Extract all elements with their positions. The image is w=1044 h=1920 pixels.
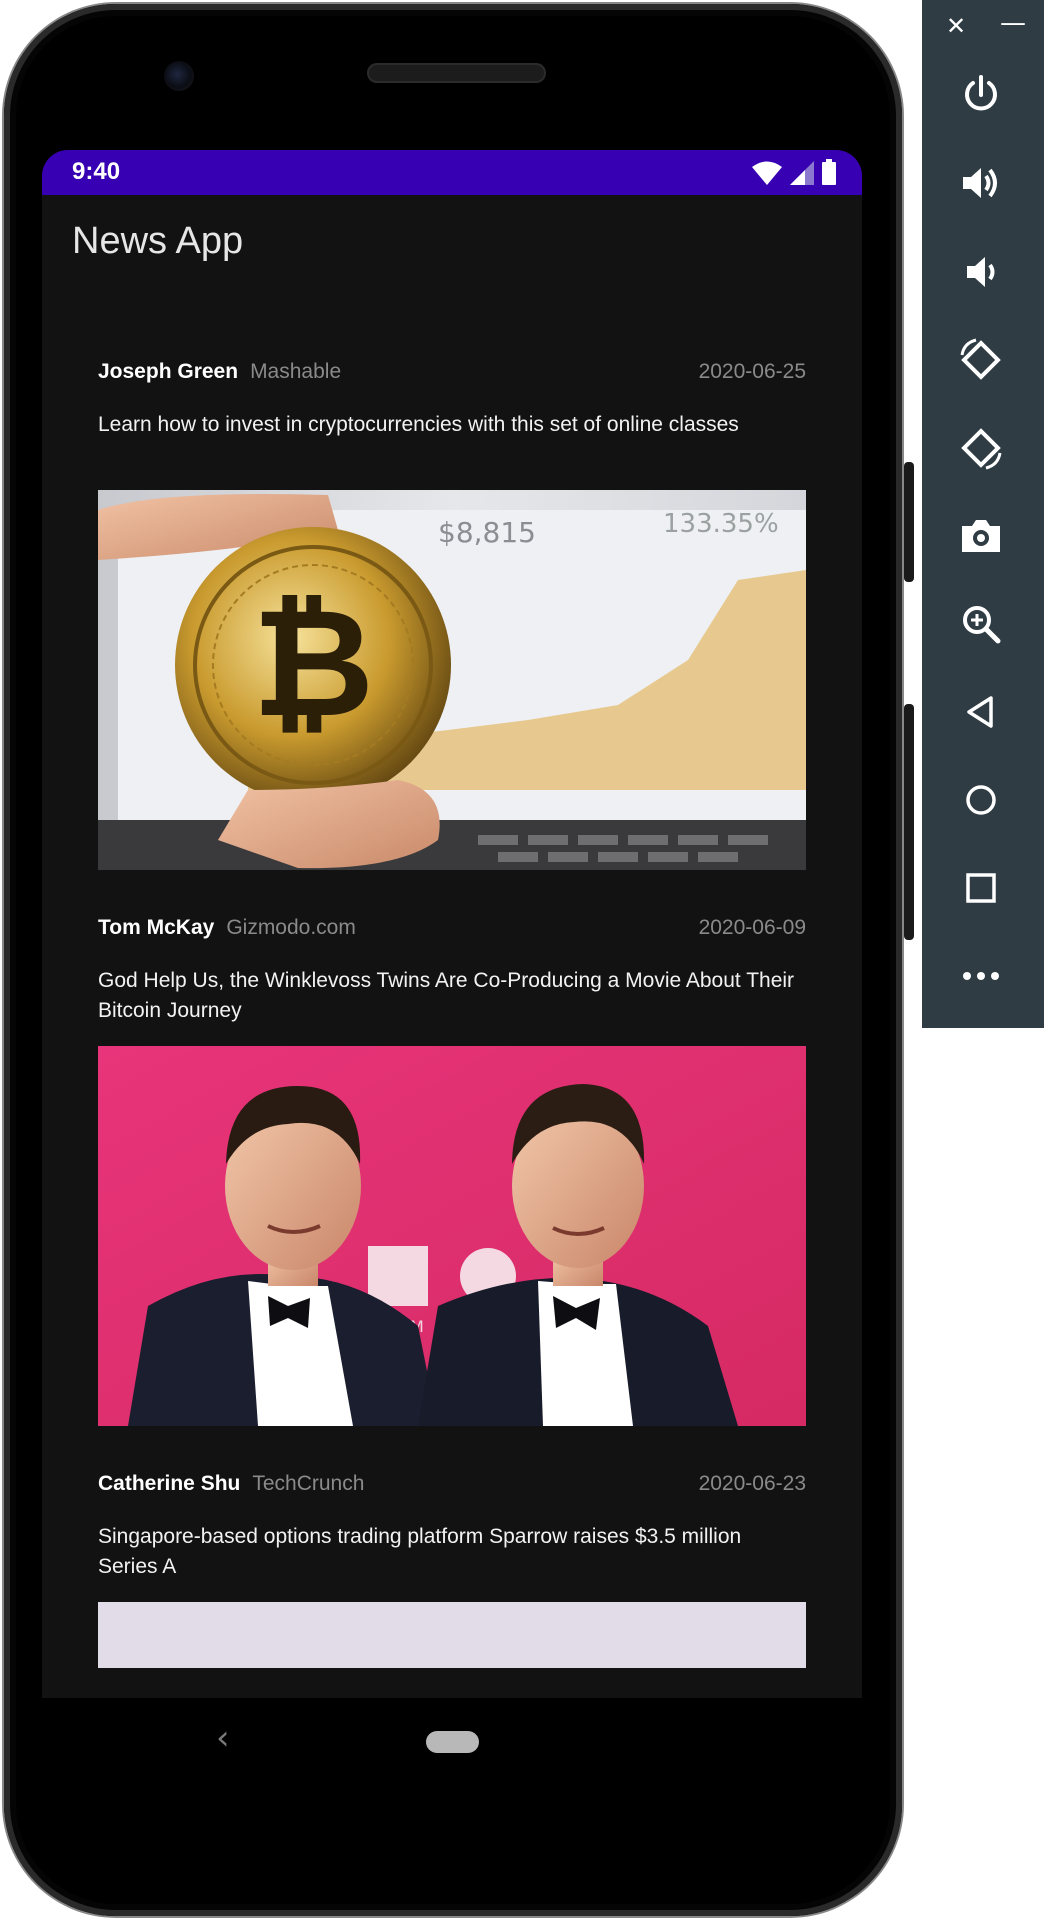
bitcoin-symbol: ₿ bbox=[252, 577, 374, 751]
article-date: 2020-06-23 bbox=[698, 1472, 806, 1495]
rotate-right-button[interactable] bbox=[953, 420, 1009, 476]
volume-up-button[interactable] bbox=[953, 155, 1009, 211]
emulator-close-button[interactable]: ✕ bbox=[946, 12, 966, 40]
earpiece-speaker bbox=[367, 63, 546, 83]
article-card[interactable]: Joseph Green Mashable 2020-06-25 Learn ho… bbox=[98, 360, 806, 440]
back-triangle-icon bbox=[967, 696, 993, 728]
article-image-twins[interactable]: THE M bbox=[98, 1046, 806, 1426]
home-button[interactable] bbox=[953, 772, 1009, 828]
rotate-left-button[interactable] bbox=[953, 332, 1009, 388]
power-button[interactable] bbox=[953, 66, 1009, 122]
article-headline[interactable]: Singapore-based options trading platform… bbox=[98, 1522, 806, 1582]
camera-icon bbox=[962, 520, 1000, 552]
article-image-sparrow[interactable] bbox=[98, 1602, 806, 1668]
emulator-title-bar: ✕ — bbox=[922, 0, 1044, 56]
phone-volume-key bbox=[904, 704, 914, 940]
article-card[interactable]: Tom McKay Gizmodo.com 2020-06-09 God Help… bbox=[98, 916, 806, 1026]
rotate-right-icon bbox=[961, 428, 1002, 470]
wifi-icon bbox=[752, 161, 782, 185]
article-meta: Catherine Shu TechCrunch 2020-06-23 bbox=[98, 1472, 806, 1502]
article-meta: Tom McKay Gizmodo.com 2020-06-09 bbox=[98, 916, 806, 946]
chart-price-text: $8,815 bbox=[438, 516, 536, 549]
overview-square-icon bbox=[966, 873, 996, 903]
emulator-toolbar: ✕ — bbox=[922, 0, 1044, 1028]
article-author: Tom McKay bbox=[98, 916, 215, 939]
twins-photo: THE M bbox=[98, 1046, 806, 1426]
volume-down-icon bbox=[967, 257, 995, 287]
article-image-bitcoin[interactable]: $8,815 133.35% ₿ bbox=[98, 490, 806, 870]
article-meta: Joseph Green Mashable 2020-06-25 bbox=[98, 360, 806, 390]
article-headline[interactable]: Learn how to invest in cryptocurrencies … bbox=[98, 410, 806, 440]
more-icon bbox=[963, 972, 999, 980]
power-icon bbox=[965, 75, 997, 111]
status-time: 9:40 bbox=[72, 158, 121, 185]
more-button[interactable] bbox=[953, 948, 1009, 1004]
nav-home-pill[interactable] bbox=[426, 1731, 479, 1753]
article-author: Joseph Green bbox=[98, 360, 239, 383]
bitcoin-photo: $8,815 133.35% ₿ bbox=[98, 490, 806, 870]
nav-back-button[interactable]: ‹ bbox=[216, 1718, 230, 1758]
status-icons bbox=[752, 159, 836, 185]
cellular-signal-icon bbox=[790, 161, 814, 185]
article-headline[interactable]: God Help Us, the Winklevoss Twins Are Co… bbox=[98, 966, 806, 1026]
phone-screen: 9:40 News App Joseph Green Mashable 2020-… bbox=[42, 150, 862, 1698]
chart-percent-text: 133.35% bbox=[663, 509, 779, 539]
volume-down-button[interactable] bbox=[953, 244, 1009, 300]
article-source: Mashable bbox=[250, 360, 342, 383]
emulator-minimize-button[interactable]: — bbox=[1000, 8, 1026, 38]
article-date: 2020-06-09 bbox=[698, 916, 806, 939]
article-card[interactable]: Catherine Shu TechCrunch 2020-06-23 Singa… bbox=[98, 1472, 806, 1582]
app-title: News App bbox=[72, 220, 244, 262]
article-source: TechCrunch bbox=[252, 1472, 365, 1495]
screenshot-button[interactable] bbox=[953, 508, 1009, 564]
status-bar: 9:40 bbox=[42, 150, 862, 195]
back-button[interactable] bbox=[953, 684, 1009, 740]
phone-power-key bbox=[904, 462, 914, 582]
article-author: Catherine Shu bbox=[98, 1472, 241, 1495]
zoom-button[interactable] bbox=[953, 596, 1009, 652]
zoom-icon bbox=[963, 606, 1001, 644]
volume-up-icon bbox=[963, 168, 997, 198]
rotate-left-icon bbox=[960, 338, 1001, 380]
navigation-bar: ‹ bbox=[42, 1698, 862, 1788]
overview-button[interactable] bbox=[953, 860, 1009, 916]
article-source: Gizmodo.com bbox=[226, 916, 356, 939]
front-camera bbox=[164, 61, 194, 91]
battery-icon bbox=[822, 159, 836, 185]
home-circle-icon bbox=[966, 785, 996, 815]
article-date: 2020-06-25 bbox=[698, 360, 806, 383]
